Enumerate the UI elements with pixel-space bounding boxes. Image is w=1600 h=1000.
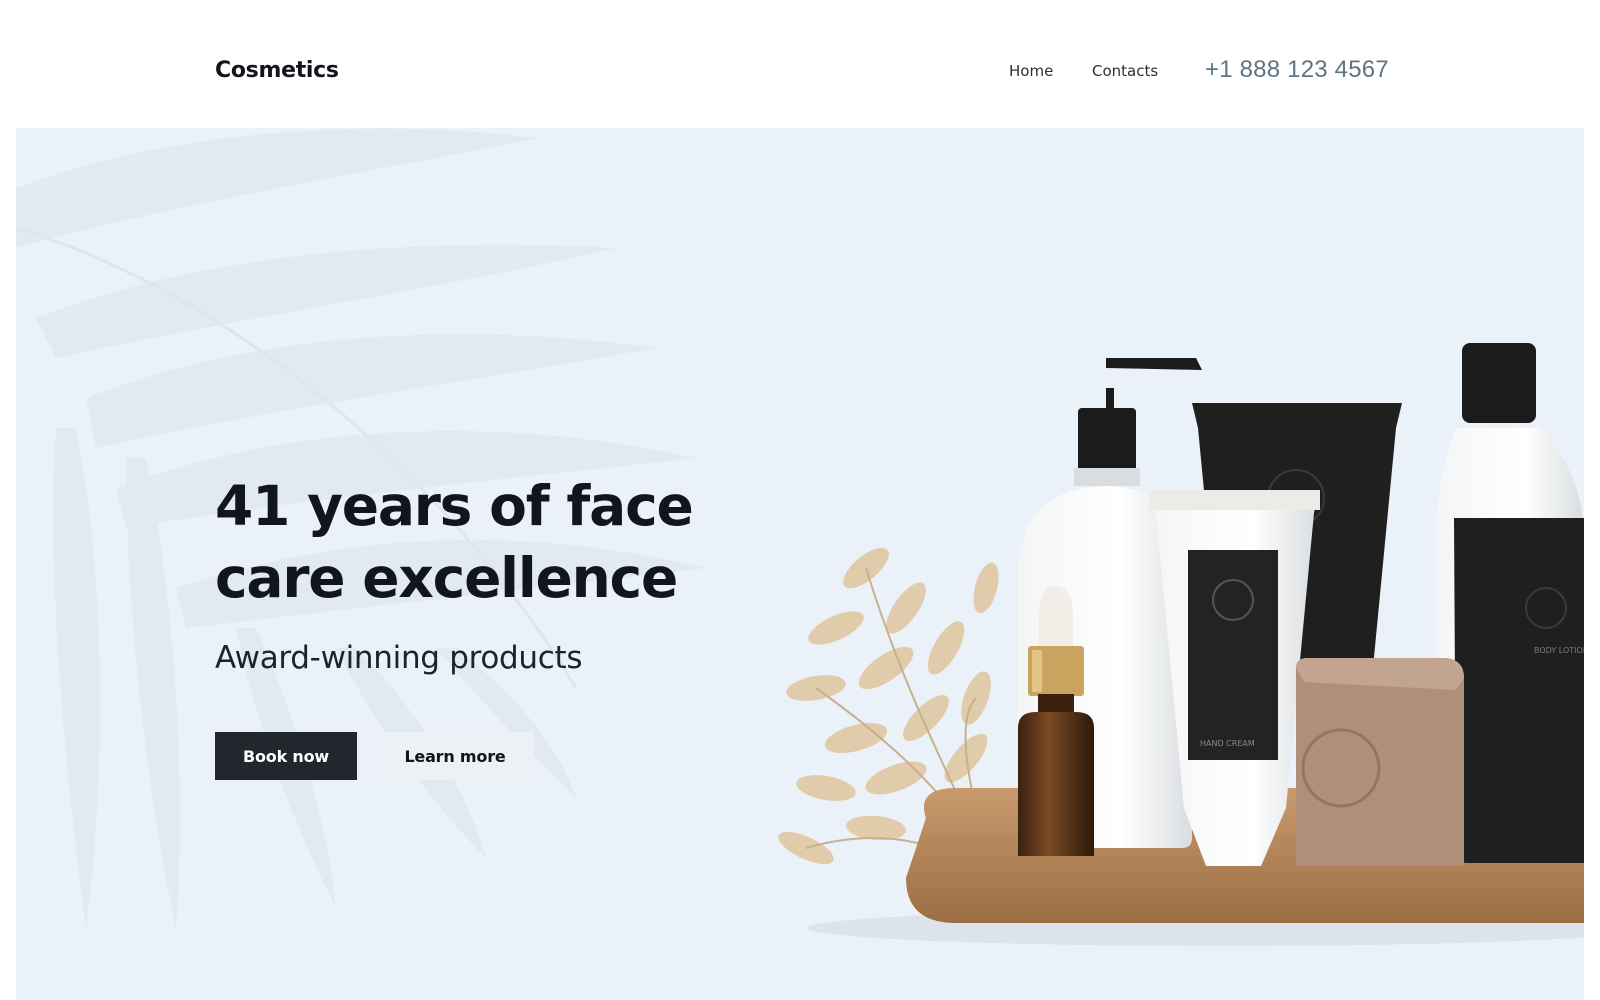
- black-lotion-tube: BODY LOTION: [1454, 518, 1584, 863]
- nav-link-home[interactable]: Home: [1009, 62, 1053, 80]
- site-header: Cosmetics Home Contacts +1 888 123 4567: [0, 0, 1600, 128]
- soap-bar: [1296, 658, 1464, 866]
- hero-subtitle: Award-winning products: [215, 640, 583, 676]
- hero-title: 41 years of face care excellence: [215, 470, 775, 614]
- hand-cream-label: HAND CREAM: [1200, 739, 1255, 748]
- hero-title-line-2: care excellence: [215, 546, 678, 610]
- learn-more-button[interactable]: Learn more: [376, 732, 534, 780]
- book-now-button[interactable]: Book now: [215, 732, 357, 780]
- hero-title-line-1: 41 years of face: [215, 474, 694, 538]
- brand-logo[interactable]: Cosmetics: [215, 58, 339, 83]
- body-lotion-label: BODY LOTION: [1534, 646, 1584, 655]
- cosmetics-product-photo: BODY LOTION HAND CREAM: [778, 343, 1584, 946]
- hero-section: 41 years of face care excellence Award-w…: [16, 128, 1584, 1000]
- phone-number-link[interactable]: +1 888 123 4567: [1205, 56, 1389, 84]
- nav-link-contacts[interactable]: Contacts: [1092, 62, 1158, 80]
